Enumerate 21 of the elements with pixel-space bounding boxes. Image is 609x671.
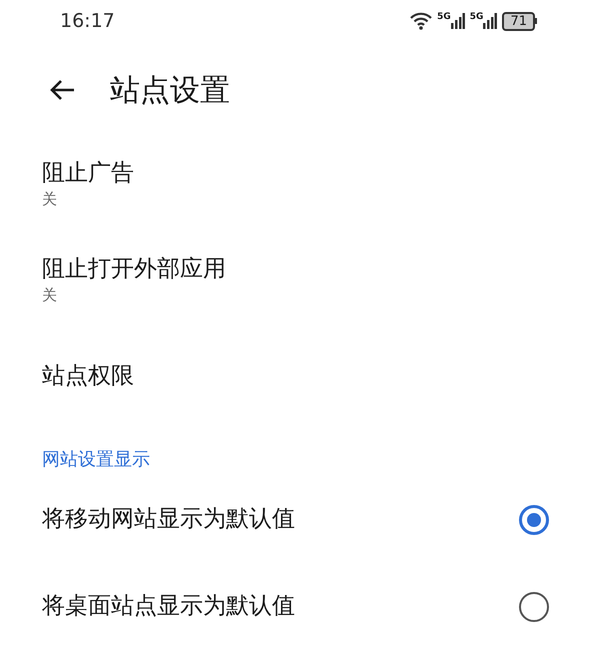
item-subtitle: 关 — [42, 285, 58, 306]
radio-option[interactable]: 将移动网站显示为默认值 — [0, 476, 609, 563]
signal-icon — [450, 13, 465, 29]
clock: 16:17 — [60, 8, 115, 34]
item-title: 站点权限 — [42, 362, 135, 391]
item-title: 阻止打开外部应用 — [42, 255, 227, 284]
section-heading: 网站设置显示 — [42, 449, 150, 470]
radio-button[interactable] — [519, 592, 549, 622]
page-title: 站点设置 — [110, 72, 230, 110]
radio-button[interactable] — [519, 504, 549, 534]
option-label: 将移动网站显示为默认值 — [42, 505, 295, 534]
back-arrow-icon — [48, 78, 76, 102]
radio-option[interactable]: 将桌面站点显示为默认值 — [0, 563, 609, 650]
option-label: 将桌面站点显示为默认值 — [42, 592, 295, 622]
battery-indicator: 71 — [502, 12, 535, 30]
network-label: 5G — [437, 13, 451, 22]
signal-icon — [483, 13, 498, 29]
wifi-icon — [410, 12, 432, 30]
item-title: 阻止广告 — [42, 159, 135, 188]
network-label: 5G — [470, 13, 484, 22]
item-subtitle: 关 — [42, 189, 58, 210]
